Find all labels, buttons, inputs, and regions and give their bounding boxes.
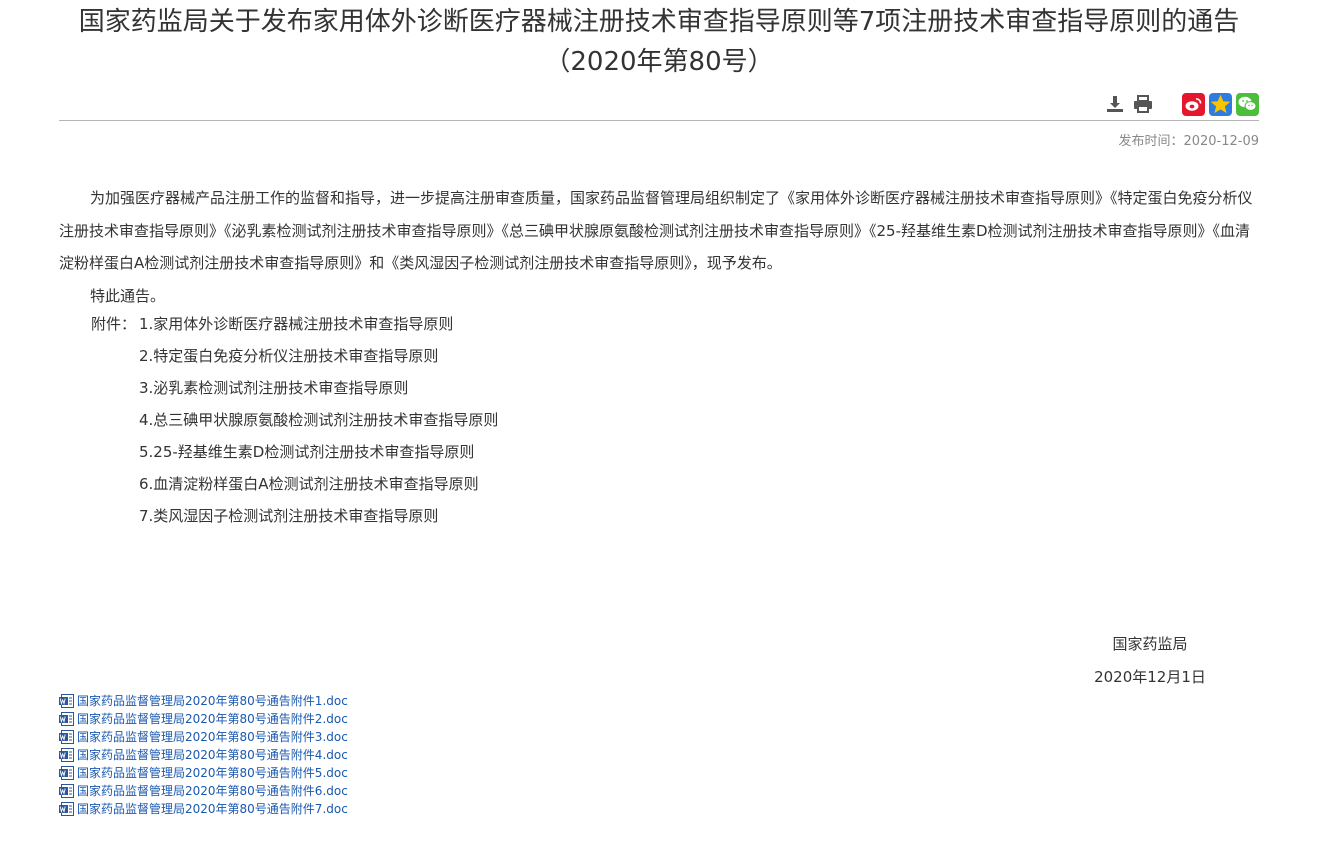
- weibo-icon[interactable]: [1182, 92, 1205, 116]
- word-doc-icon: [59, 748, 74, 762]
- download-files: 国家药品监督管理局2020年第80号通告附件1.doc 国家药品监督管理局202…: [59, 692, 348, 818]
- title-line-1: 国家药监局关于发布家用体外诊断医疗器械注册技术审查指导原则等7项注册技术审查指导…: [78, 7, 1240, 37]
- attachment-item: 1.家用体外诊断医疗器械注册技术审查指导原则: [139, 315, 454, 333]
- word-doc-icon: [59, 730, 74, 744]
- attachment-label: 附件：: [91, 315, 137, 333]
- file-link-2[interactable]: 国家药品监督管理局2020年第80号通告附件2.doc: [59, 710, 348, 728]
- attachment-item: 7.类风湿因子检测试剂注册技术审查指导原则: [139, 507, 439, 525]
- file-link-5[interactable]: 国家药品监督管理局2020年第80号通告附件5.doc: [59, 764, 348, 782]
- word-doc-icon: [59, 766, 74, 780]
- file-link-7[interactable]: 国家药品监督管理局2020年第80号通告附件7.doc: [59, 800, 348, 818]
- signature-block: 国家药监局 2020年12月1日: [1060, 628, 1240, 694]
- attachment-item: 3.泌乳素检测试剂注册技术审查指导原则: [139, 379, 409, 397]
- signature-org: 国家药监局: [1112, 635, 1188, 653]
- title-line-2: （2020年第80号）: [544, 47, 774, 77]
- word-doc-icon: [59, 694, 74, 708]
- file-link-text[interactable]: 国家药品监督管理局2020年第80号通告附件2.doc: [77, 710, 348, 728]
- word-doc-icon: [59, 802, 74, 816]
- file-link-text[interactable]: 国家药品监督管理局2020年第80号通告附件6.doc: [77, 782, 348, 800]
- article-body: 为加强医疗器械产品注册工作的监督和指导，进一步提高注册审查质量，国家药品监督管理…: [59, 182, 1259, 312]
- attachment-item: 6.血清淀粉样蛋白A检测试剂注册技术审查指导原则: [139, 475, 479, 493]
- signature-date: 2020年12月1日: [1094, 668, 1206, 686]
- file-link-text[interactable]: 国家药品监督管理局2020年第80号通告附件7.doc: [77, 800, 348, 818]
- wechat-icon[interactable]: [1236, 92, 1259, 116]
- attachment-item: 4.总三碘甲状腺原氨酸检测试剂注册技术审查指导原则: [139, 411, 499, 429]
- download-icon[interactable]: [1104, 93, 1126, 115]
- page-title: 国家药监局关于发布家用体外诊断医疗器械注册技术审查指导原则等7项注册技术审查指导…: [59, 4, 1259, 80]
- file-link-text[interactable]: 国家药品监督管理局2020年第80号通告附件3.doc: [77, 728, 348, 746]
- file-link-6[interactable]: 国家药品监督管理局2020年第80号通告附件6.doc: [59, 782, 348, 800]
- word-doc-icon: [59, 784, 74, 798]
- file-link-1[interactable]: 国家药品监督管理局2020年第80号通告附件1.doc: [59, 692, 348, 710]
- file-link-3[interactable]: 国家药品监督管理局2020年第80号通告附件3.doc: [59, 728, 348, 746]
- attachment-item: 2.特定蛋白免疫分析仪注册技术审查指导原则: [139, 347, 439, 365]
- file-link-text[interactable]: 国家药品监督管理局2020年第80号通告附件5.doc: [77, 764, 348, 782]
- file-link-text[interactable]: 国家药品监督管理局2020年第80号通告附件1.doc: [77, 692, 348, 710]
- publish-date: 发布时间：2020-12-09: [1118, 134, 1259, 149]
- header-divider: [59, 120, 1259, 121]
- attachment-item: 5.25-羟基维生素D检测试剂注册技术审查指导原则: [139, 443, 475, 461]
- print-icon[interactable]: [1132, 93, 1154, 115]
- file-link-4[interactable]: 国家药品监督管理局2020年第80号通告附件4.doc: [59, 746, 348, 764]
- word-doc-icon: [59, 712, 74, 726]
- body-paragraph: 为加强医疗器械产品注册工作的监督和指导，进一步提高注册审查质量，国家药品监督管理…: [59, 189, 1253, 272]
- favorite-star-icon[interactable]: [1209, 92, 1232, 116]
- article-toolbar: [1098, 92, 1259, 116]
- file-link-text[interactable]: 国家药品监督管理局2020年第80号通告附件4.doc: [77, 746, 348, 764]
